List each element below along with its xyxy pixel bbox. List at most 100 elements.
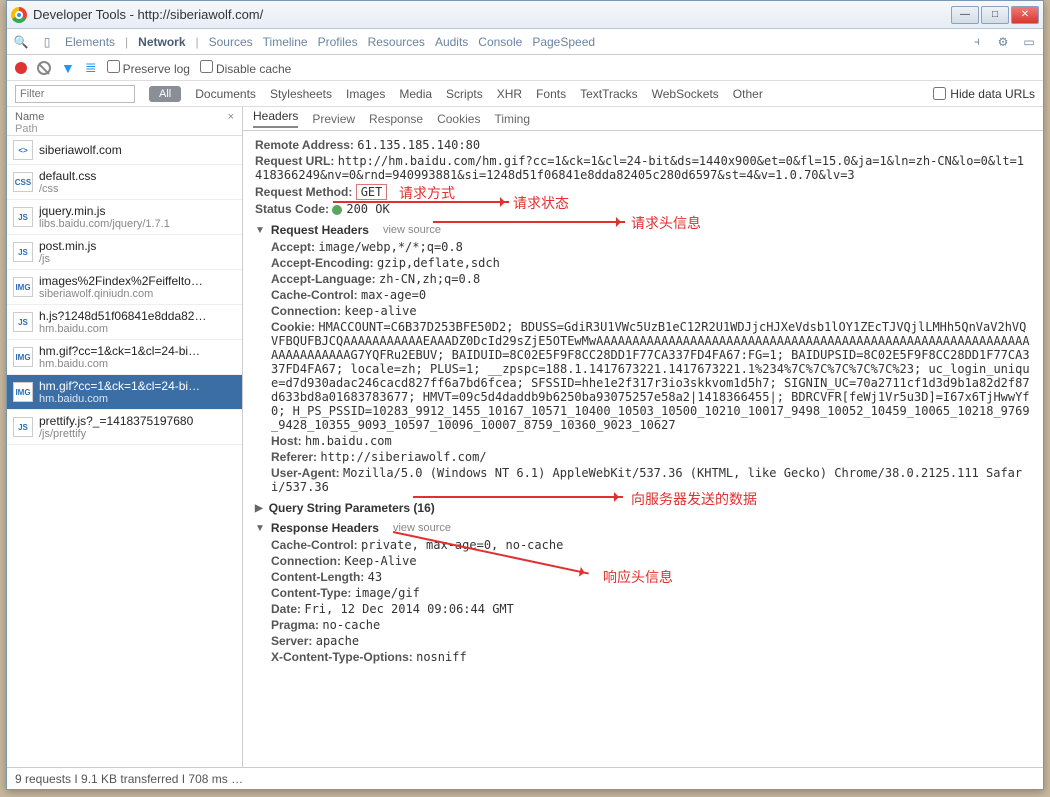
request-name: hm.gif?cc=1&ck=1&cl=24-bi… <box>39 379 200 393</box>
file-type-icon: JS <box>13 207 33 227</box>
file-type-icon: JS <box>13 312 33 332</box>
request-name: hm.gif?cc=1&ck=1&cl=24-bi… <box>39 344 200 358</box>
request-name: images%2Findex%2Feiffelto… <box>39 274 203 288</box>
device-icon[interactable]: ▯ <box>39 34 55 50</box>
filter-websockets[interactable]: WebSockets <box>652 87 719 101</box>
hide-data-urls[interactable]: Hide data URLs <box>933 87 1035 101</box>
close-sidebar-icon[interactable]: × <box>228 111 234 135</box>
file-type-icon: JS <box>13 242 33 262</box>
filter-input[interactable] <box>15 85 135 103</box>
request-row[interactable]: JSjquery.min.jslibs.baidu.com/jquery/1.7… <box>7 200 242 235</box>
status-code-label: Status Code: <box>255 202 329 216</box>
request-row[interactable]: IMGimages%2Findex%2Feiffelto…siberiawolf… <box>7 270 242 305</box>
filter-texttracks[interactable]: TextTracks <box>580 87 638 101</box>
tab-preview[interactable]: Preview <box>312 112 355 126</box>
request-row[interactable]: CSSdefault.css/css <box>7 165 242 200</box>
arrow-icon <box>433 221 625 223</box>
annot-status: 请求状态 <box>513 193 569 213</box>
gear-icon[interactable]: ⚙ <box>995 34 1011 50</box>
filter-other[interactable]: Other <box>733 87 763 101</box>
request-name: h.js?1248d51f06841e8dda82… <box>39 309 206 323</box>
clear-button[interactable] <box>37 61 51 75</box>
request-name: siberiawolf.com <box>39 143 122 157</box>
minimize-button[interactable]: — <box>951 6 979 24</box>
filter-stylesheets[interactable]: Stylesheets <box>270 87 332 101</box>
tab-response[interactable]: Response <box>369 112 423 126</box>
header-key: Content-Type: <box>271 586 351 600</box>
dock-icon[interactable]: ▭ <box>1021 34 1037 50</box>
request-path: siberiawolf.qiniudn.com <box>39 288 203 300</box>
header-value: 43 <box>368 570 382 584</box>
filter-fonts[interactable]: Fonts <box>536 87 566 101</box>
file-type-icon: IMG <box>13 382 33 402</box>
filter-images[interactable]: Images <box>346 87 385 101</box>
request-list: <>siberiawolf.comCSSdefault.css/cssJSjqu… <box>7 136 242 767</box>
file-type-icon: CSS <box>13 172 33 192</box>
arrow-icon <box>333 201 509 203</box>
status-text: 9 requests I 9.1 KB transferred I 708 ms… <box>15 772 243 786</box>
status-code-value: 200 OK <box>346 202 389 216</box>
tab-pagespeed[interactable]: PageSpeed <box>532 35 595 49</box>
close-button[interactable]: ✕ <box>1011 6 1039 24</box>
tab-profiles[interactable]: Profiles <box>318 35 358 49</box>
header-key: Referer: <box>271 450 317 464</box>
view-source-link[interactable]: view source <box>383 224 441 236</box>
col-name: Name <box>15 111 44 123</box>
titlebar: Developer Tools - http://siberiawolf.com… <box>7 1 1043 29</box>
header-value: image/webp,*/*;q=0.8 <box>318 240 463 254</box>
header-value: image/gif <box>355 586 420 600</box>
filter-xhr[interactable]: XHR <box>497 87 522 101</box>
request-row[interactable]: IMGhm.gif?cc=1&ck=1&cl=24-bi…hm.baidu.co… <box>7 375 242 410</box>
network-toolbar: ▼ ≣ Preserve log Disable cache <box>7 55 1043 81</box>
header-key: X-Content-Type-Options: <box>271 650 413 664</box>
filter-media[interactable]: Media <box>399 87 432 101</box>
header-key: Connection: <box>271 554 341 568</box>
tab-resources[interactable]: Resources <box>368 35 425 49</box>
record-button[interactable] <box>15 62 27 74</box>
request-row[interactable]: <>siberiawolf.com <box>7 136 242 165</box>
tab-timeline[interactable]: Timeline <box>263 35 308 49</box>
request-url-label: Request URL: <box>255 154 334 168</box>
maximize-button[interactable]: □ <box>981 6 1009 24</box>
tab-timing[interactable]: Timing <box>494 112 530 126</box>
tab-sources[interactable]: Sources <box>209 35 253 49</box>
options-icon[interactable]: ≣ <box>85 59 97 76</box>
window-title: Developer Tools - http://siberiawolf.com… <box>33 7 263 22</box>
response-headers-section[interactable]: ▼Response Headersview source <box>255 521 1031 535</box>
filter-icon[interactable]: ▼ <box>61 60 75 76</box>
preserve-log-checkbox[interactable]: Preserve log <box>107 60 190 76</box>
request-row[interactable]: JSpost.min.js/js <box>7 235 242 270</box>
header-key: Accept-Encoding: <box>271 256 374 270</box>
disable-cache-checkbox[interactable]: Disable cache <box>200 60 291 76</box>
tab-audits[interactable]: Audits <box>435 35 468 49</box>
request-row[interactable]: JSprettify.js?_=1418375197680/js/prettif… <box>7 410 242 445</box>
detail-pane: Headers Preview Response Cookies Timing … <box>243 107 1043 767</box>
header-key: User-Agent: <box>271 466 340 480</box>
filter-documents[interactable]: Documents <box>195 87 256 101</box>
header-value: max-age=0 <box>361 288 426 302</box>
drawer-icon[interactable]: ⫞ <box>969 34 985 50</box>
filter-all[interactable]: All <box>149 86 181 102</box>
tab-console[interactable]: Console <box>478 35 522 49</box>
header-value: keep-alive <box>344 304 416 318</box>
file-type-icon: IMG <box>13 347 33 367</box>
header-key: Cache-Control: <box>271 538 358 552</box>
request-path: /css <box>39 183 96 195</box>
remote-address-label: Remote Address: <box>255 138 354 152</box>
request-row[interactable]: IMGhm.gif?cc=1&ck=1&cl=24-bi…hm.baidu.co… <box>7 340 242 375</box>
headers-content: Remote Address: 61.135.185.140:80 Reques… <box>243 131 1043 767</box>
header-key: Host: <box>271 434 302 448</box>
col-path: Path <box>15 123 44 135</box>
remote-address-value: 61.135.185.140:80 <box>357 138 480 152</box>
tab-headers[interactable]: Headers <box>253 109 298 128</box>
header-key: Content-Length: <box>271 570 364 584</box>
tab-cookies[interactable]: Cookies <box>437 112 480 126</box>
search-icon[interactable]: 🔍 <box>13 34 29 50</box>
file-type-icon: JS <box>13 417 33 437</box>
tab-elements[interactable]: Elements <box>65 35 115 49</box>
request-method-label: Request Method: <box>255 185 352 199</box>
filter-scripts[interactable]: Scripts <box>446 87 483 101</box>
tab-network[interactable]: Network <box>138 35 185 49</box>
header-value: Fri, 12 Dec 2014 09:06:44 GMT <box>304 602 514 616</box>
request-row[interactable]: JSh.js?1248d51f06841e8dda82…hm.baidu.com <box>7 305 242 340</box>
